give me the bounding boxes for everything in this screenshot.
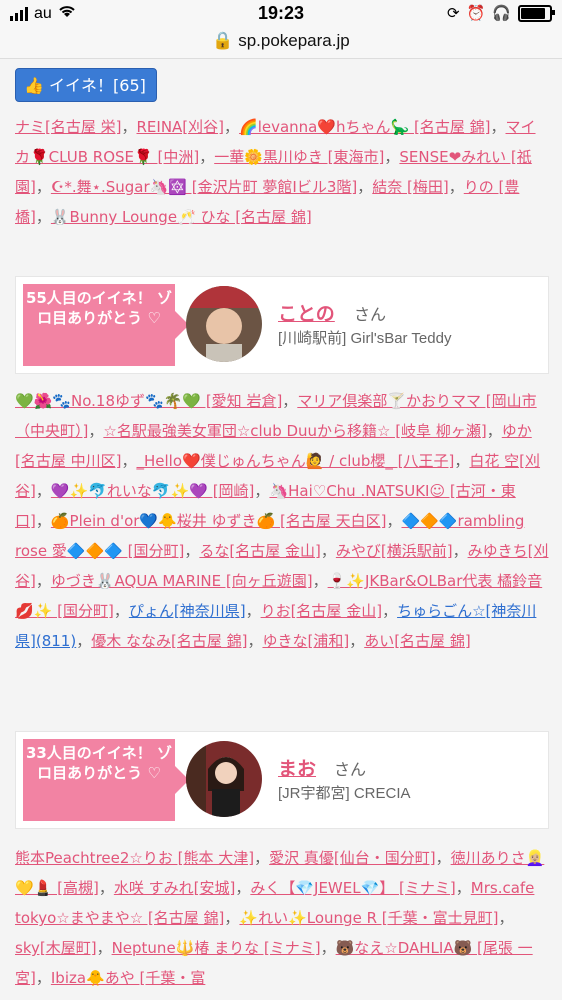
separator: ， (312, 572, 328, 590)
milestone-ribbon: 33人目のイイネ！ ゾロ目ありがとう ♡ (23, 739, 189, 821)
shop-info: [川崎駅前] Girl'sBar Teddy (278, 330, 452, 347)
likers-list-1: ナミ[名古屋 栄]，REINA[刈谷]，🌈levanna❤️hちゃん🦕 [名古屋… (15, 112, 550, 232)
separator: ， (254, 482, 270, 500)
separator: ， (386, 512, 402, 530)
separator: ， (254, 849, 270, 867)
separator: ， (384, 148, 400, 166)
url-text: sp.pokepara.jp (238, 31, 350, 50)
profile-name-link[interactable]: ことの (278, 299, 335, 326)
liker-link[interactable]: あい[名古屋 錦] (364, 632, 470, 650)
liker-link[interactable]: ゆきな[浦和] (262, 632, 349, 650)
separator: ， (454, 452, 470, 470)
shop-info: [JR宇都宮] CRECIA (278, 785, 411, 802)
liker-link[interactable]: 🌈levanna❤️hちゃん🦕 [名古屋 錦] (239, 118, 490, 136)
rotation-lock-icon: ⟳ (447, 5, 460, 22)
likers-list-2: 💚🌺🐾No.18ゆず🐾🌴💚 [愛知 岩倉]，マリア倶楽部🍸かおりママ [岡山市（… (15, 386, 550, 656)
address-bar[interactable]: 🔒 sp.pokepara.jp (0, 28, 562, 59)
separator: ， (224, 118, 240, 136)
separator: ， (184, 542, 200, 560)
like-milestone-card-2: 33人目のイイネ！ ゾロ目ありがとう ♡ まお さん [JR宇都宮] CRECI… (15, 731, 549, 829)
liker-link[interactable]: sky[木屋町] (15, 939, 97, 957)
separator: ， (452, 542, 468, 560)
separator: ， (88, 422, 104, 440)
lock-icon: 🔒 (212, 31, 234, 50)
liker-link[interactable]: ゆづき🐰AQUA MARINE [向ヶ丘遊園] (51, 572, 313, 590)
thumbs-up-icon: 👍 (24, 76, 44, 95)
liker-link[interactable]: 水咲 すみれ[安城] (114, 879, 235, 897)
liker-link[interactable]: 一華🌼黒川ゆき [東海市] (214, 148, 384, 166)
separator: ， (35, 969, 51, 987)
separator: ， (96, 939, 112, 957)
separator: ， (121, 118, 137, 136)
like-button-label: イイネ！[65] (49, 76, 146, 95)
separator: ， (490, 118, 506, 136)
liker-link[interactable]: りお[名古屋 金山] (261, 602, 382, 620)
separator: ， (35, 208, 51, 226)
separator: ， (435, 849, 451, 867)
alarm-icon: ⏰ (466, 5, 486, 22)
separator: ， (35, 482, 51, 500)
liker-link[interactable]: ナミ[名古屋 栄] (15, 118, 121, 136)
avatar[interactable] (186, 286, 262, 362)
separator: ， (448, 178, 464, 196)
separator: ， (498, 909, 514, 927)
liker-link[interactable]: ☆名駅最強美女軍団☆club Duuから移籍☆ [岐阜 柳ヶ瀬] (103, 422, 486, 440)
status-bar: au 19:23 ⟳ ⏰ 🎧 (0, 0, 562, 28)
likers-list-3: 熊本Peachtree2☆りお [熊本 大津]，愛沢 真優[仙台・国分町]，徳川… (15, 843, 550, 993)
separator: ， (121, 452, 137, 470)
liker-link[interactable]: 🍊Plein d'or💙🐥桜井 ゆずき🍊 [名古屋 天白区] (51, 512, 387, 530)
honorific: さん (334, 760, 367, 779)
separator: ， (224, 909, 240, 927)
separator: ， (320, 542, 336, 560)
liker-link[interactable]: 愛沢 真優[仙台・国分町] (269, 849, 435, 867)
separator: ， (98, 879, 114, 897)
separator: ， (245, 602, 261, 620)
separator: ， (199, 148, 215, 166)
like-milestone-card-1: 55人目のイイネ！ ゾロ目ありがとう ♡ ことの さん [川崎駅前] Girl'… (15, 276, 549, 374)
separator: ， (247, 632, 263, 650)
like-button[interactable]: 👍 イイネ！[65] (15, 68, 157, 102)
liker-link[interactable]: 優木 ななみ[名古屋 錦] (91, 632, 247, 650)
separator: ， (35, 572, 51, 590)
liker-link[interactable]: みやび[横浜駅前] (336, 542, 453, 560)
liker-link[interactable]: 💚🌺🐾No.18ゆず🐾🌴💚 [愛知 岩倉] (15, 392, 282, 410)
separator: ， (235, 879, 251, 897)
separator: ， (455, 879, 471, 897)
separator: ， (76, 632, 92, 650)
liker-link[interactable]: 結奈 [梅田] (372, 178, 448, 196)
separator: ， (486, 422, 502, 440)
liker-link[interactable]: _Hello❤️僕じゅんちゃん🙋 / club櫻_ [八王子] (137, 452, 455, 470)
liker-link[interactable]: みく【💎JEWEL💎】 [ミナミ] (250, 879, 455, 897)
milestone-ribbon: 55人目のイイネ！ ゾロ目ありがとう ♡ (23, 284, 189, 366)
separator: ， (320, 939, 336, 957)
liker-link[interactable]: Neptune🔱椿 まりな [ミナミ] (112, 939, 321, 957)
liker-link[interactable]: ✨れい✨Lounge R [千葉・富士見町] (239, 909, 498, 927)
liker-link[interactable]: 熊本Peachtree2☆りお [熊本 大津] (15, 849, 254, 867)
liker-link[interactable]: ☪︎*.舞⋆.Sugar🦄🔯 [金沢片町 夢館Ⅰビル3階] (51, 178, 357, 196)
liker-link[interactable]: REINA[刈谷] (137, 118, 225, 136)
liker-link[interactable]: るな[名古屋 金山] (199, 542, 320, 560)
separator: ， (382, 602, 398, 620)
separator: ， (35, 512, 51, 530)
avatar[interactable] (186, 741, 262, 817)
liker-link[interactable]: Ibiza🐥あや [千葉・富 (51, 969, 205, 987)
separator: ， (349, 632, 365, 650)
separator: ， (282, 392, 298, 410)
separator: ， (113, 602, 129, 620)
liker-link[interactable]: 💜✨🐬れいな🐬✨💜 [岡崎] (51, 482, 255, 500)
battery-icon (518, 4, 555, 22)
separator: ， (357, 178, 373, 196)
liker-link[interactable]: 🐰Bunny Lounge🥂 ひな [名古屋 錦] (51, 208, 312, 226)
honorific: さん (354, 305, 387, 324)
profile-name-link[interactable]: まお (278, 754, 316, 781)
separator: ， (35, 178, 51, 196)
liker-link[interactable]: ぴょん[神奈川県] (129, 602, 246, 620)
headphones-icon: 🎧 (492, 5, 511, 22)
